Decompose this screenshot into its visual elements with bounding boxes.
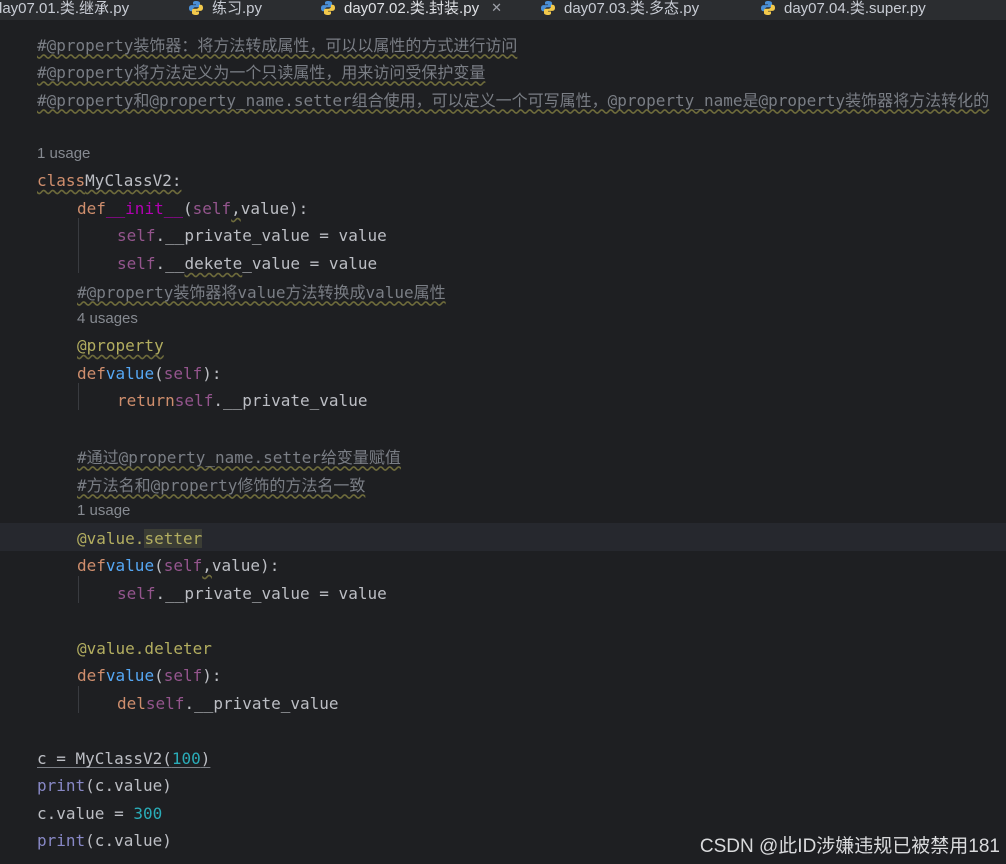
code-line[interactable]: def value(self): [77, 662, 222, 689]
statement: .__private_value [213, 391, 368, 410]
tab-label: day07.01.类.继承.py [0, 0, 130, 17]
code-line[interactable]: c = MyClassV2(100) [37, 745, 210, 772]
code-line[interactable]: #@property装饰器将value方法转换成value属性 [77, 277, 446, 304]
statement-part: _value = value [242, 254, 378, 273]
editor-tab-bar: day07.01.类.继承.py 练习.py day07.02.类.封装.py … [0, 0, 1006, 21]
keyword: def [77, 364, 106, 383]
keyword: del [117, 694, 146, 713]
indent-guide [78, 218, 79, 273]
function-name: value [105, 556, 155, 575]
keyword: def [77, 666, 106, 685]
statement-part: c = MyClassV2( [37, 749, 172, 768]
class-name: MyClassV2: [85, 171, 182, 190]
tab-day07-01[interactable]: day07.01.类.继承.py [0, 0, 129, 20]
self-ref: self [117, 226, 156, 245]
self-param: self [192, 199, 232, 218]
self-param: self [163, 556, 203, 575]
code-line[interactable]: self .__private_value = value [117, 222, 387, 249]
indent-guide [78, 576, 79, 603]
tab-label: day07.04.类.super.py [784, 0, 926, 17]
code-line[interactable]: self .__private_value = value [117, 580, 387, 607]
code-line[interactable]: #方法名和@property修饰的方法名一致 [77, 470, 365, 497]
usage-hint[interactable]: 1 usage [37, 140, 90, 167]
code-line[interactable]: @value.deleter [77, 635, 212, 662]
statement-part: .__ [155, 254, 185, 273]
call-args: (c.value) [85, 831, 172, 850]
python-file-icon [540, 0, 556, 16]
code-line[interactable]: self .__ dekete _value = value [117, 250, 377, 277]
tab-day07-04[interactable]: day07.04.类.super.py [760, 0, 926, 20]
python-file-icon [760, 0, 776, 16]
usage-hint[interactable]: 4 usages [77, 305, 138, 332]
code-line[interactable]: @property [77, 332, 164, 359]
call-args: (c.value) [85, 776, 172, 795]
tab-label: 练习.py [212, 0, 263, 17]
code-line[interactable]: @value. setter [77, 525, 203, 552]
paren: ( [154, 364, 164, 383]
python-file-icon [320, 0, 336, 16]
code-line[interactable]: class MyClassV2: [37, 167, 182, 194]
code-line[interactable]: #通过@property_name.setter给变量赋值 [77, 442, 401, 469]
code-line[interactable]: #@property装饰器：将方法转成属性，可以以属性的方式进行访问 [37, 30, 517, 57]
usage-hint[interactable]: 1 usage [77, 497, 130, 524]
builtin-print: print [37, 831, 86, 850]
function-name: value [105, 666, 155, 685]
comma: , [202, 556, 212, 575]
paren: ( [154, 556, 164, 575]
code-line[interactable]: print (c.value) [37, 827, 172, 854]
code-line[interactable]: return self .__private_value [117, 387, 367, 414]
code-line[interactable]: #@property将方法定义为一个只读属性，用来访问受保护变量 [37, 57, 485, 84]
code-line[interactable]: print (c.value) [37, 772, 172, 799]
code-line[interactable]: #@property和@property_name.setter组合使用，可以定… [37, 85, 989, 112]
tab-day07-02[interactable]: day07.02.类.封装.py ✕ [320, 0, 502, 20]
tab-label: day07.02.类.封装.py [344, 0, 480, 17]
self-ref: self [117, 254, 156, 273]
number-literal: 100 [171, 749, 201, 768]
code-line[interactable]: c.value = 300 [37, 800, 162, 827]
code-line[interactable]: del self .__private_value [117, 690, 339, 717]
paren: ( [154, 666, 164, 685]
tab-practice[interactable]: 练习.py [188, 0, 262, 20]
statement: .__private_value = value [155, 226, 387, 245]
code-editor[interactable]: #@property装饰器：将方法转成属性，可以以属性的方式进行访问 #@pro… [0, 21, 1006, 864]
number-literal: 300 [133, 804, 163, 823]
decorator-setter: setter [144, 529, 203, 548]
comma: , [231, 199, 241, 218]
tab-label: day07.03.类.多态.py [564, 0, 700, 17]
keyword: def [77, 556, 106, 575]
statement: .__private_value = value [155, 584, 387, 603]
csdn-watermark: CSDN @此ID涉嫌违规已被禁用181 [699, 836, 1000, 857]
code-line[interactable]: def value(self, value): [77, 552, 279, 579]
statement-part: c.value = [37, 804, 134, 823]
keyword: def [77, 199, 106, 218]
decorator-part: @value. [77, 529, 145, 548]
paren: ( [182, 199, 193, 218]
typo-word: dekete [184, 254, 243, 273]
function-name: __init__ [105, 199, 183, 218]
self-param: self [163, 666, 203, 685]
params-rest: value): [211, 556, 280, 575]
indent-guide [78, 686, 79, 713]
code-line[interactable]: def value(self): [77, 360, 222, 387]
self-param: self [163, 364, 203, 383]
self-ref: self [174, 391, 214, 410]
close-tab-icon[interactable]: ✕ [491, 0, 502, 16]
tab-day07-03[interactable]: day07.03.类.多态.py [540, 0, 699, 20]
code-line[interactable]: def __init__(self, value): [77, 195, 308, 222]
keyword: class [37, 171, 86, 190]
function-name: value [105, 364, 155, 383]
params-rest: ): [202, 666, 222, 685]
self-ref: self [145, 694, 185, 713]
self-ref: self [117, 584, 156, 603]
params-rest: value): [240, 199, 309, 218]
params-rest: ): [202, 364, 222, 383]
keyword: return [117, 391, 175, 410]
indent-guide [78, 383, 79, 410]
python-file-icon [188, 0, 204, 16]
builtin-print: print [37, 776, 86, 795]
statement-part: ) [200, 749, 211, 768]
statement: .__private_value [184, 694, 339, 713]
